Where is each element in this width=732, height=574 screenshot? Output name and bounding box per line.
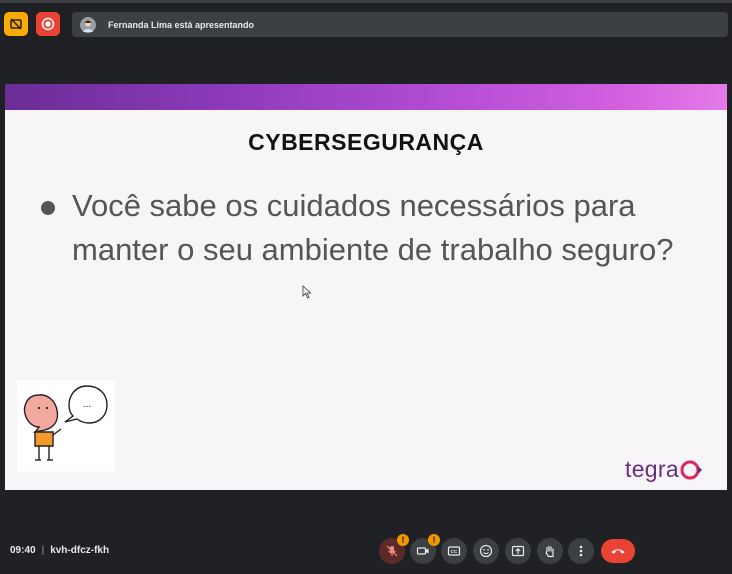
presenter-label: Fernanda Lima está apresentando (108, 19, 255, 30)
stop-presenting-button[interactable] (36, 12, 60, 36)
top-divider (0, 0, 732, 3)
mic-warning-badge: ! (397, 534, 409, 546)
emoji-icon (479, 544, 493, 558)
camera-icon (416, 547, 429, 555)
avatar-icon (80, 16, 96, 33)
camera-off-indicator-button[interactable] (4, 12, 28, 36)
logo-mark-icon (680, 460, 702, 479)
leave-call-button[interactable] (601, 539, 635, 563)
camera-off-icon (10, 18, 22, 30)
end-call-icon (611, 549, 625, 554)
thinking-character-illustration: ... (17, 380, 115, 472)
meeting-details: 09:40 | kvh-dfcz-fkh (10, 545, 109, 556)
meeting-code[interactable]: kvh-dfcz-fkh (50, 545, 109, 556)
bullet-icon (41, 201, 55, 215)
present-screen-icon (511, 545, 525, 557)
tegra-logo: tegra (625, 456, 703, 483)
raise-hand-button[interactable] (537, 538, 563, 564)
camera-warning-badge: ! (428, 534, 440, 546)
slide-bullet-text: Você sabe os cuidados necessários para m… (72, 188, 674, 267)
record-icon (41, 17, 55, 31)
presenter-banner: Fernanda Lima está apresentando (72, 12, 728, 37)
emoji-reactions-button[interactable] (473, 538, 499, 564)
meeting-separator: | (41, 545, 45, 556)
slide-header-band (5, 84, 727, 110)
closed-captions-icon: CC (447, 546, 461, 556)
speech-bubble-text: ... (83, 399, 91, 410)
slide-title: CYBERSEGURANÇA (248, 129, 484, 155)
hand-icon (545, 545, 554, 558)
present-screen-button[interactable] (505, 538, 531, 564)
presentation-slide: CYBERSEGURANÇA Você sabe os cuidados nec… (5, 84, 727, 490)
captions-button[interactable]: CC (441, 538, 467, 564)
more-vert-icon (579, 545, 583, 557)
more-options-button[interactable] (568, 538, 594, 564)
svg-text:CC: CC (451, 549, 458, 554)
microphone-button[interactable]: ! (379, 534, 409, 564)
microphone-off-icon (386, 545, 398, 557)
logo-text: tegra (625, 456, 679, 482)
mouse-cursor-icon (302, 285, 312, 299)
presenter-avatar (80, 16, 96, 33)
camera-button[interactable]: ! (410, 534, 440, 564)
meeting-time: 09:40 (10, 545, 36, 556)
